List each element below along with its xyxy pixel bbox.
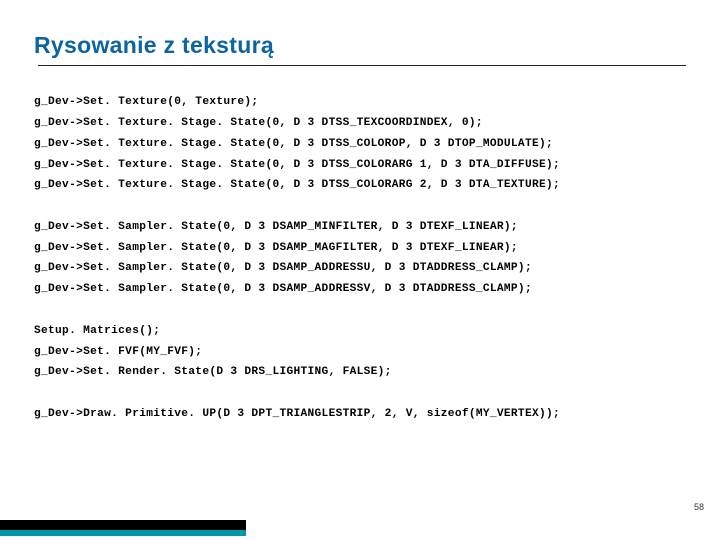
code-block-1: g_Dev->Set. Texture(0, Texture); g_Dev->…: [34, 92, 686, 196]
code-block-4: g_Dev->Draw. Primitive. UP(D 3 DPT_TRIAN…: [34, 404, 686, 425]
code-block-2: g_Dev->Set. Sampler. State(0, D 3 DSAMP_…: [34, 217, 686, 300]
footer-bar-teal: [0, 530, 246, 536]
page-number: 58: [694, 502, 704, 512]
slide-title: Rysowanie z teksturą: [34, 32, 686, 59]
title-underline: [38, 65, 686, 66]
footer-bar-black: [0, 520, 246, 530]
slide: Rysowanie z teksturą g_Dev->Set. Texture…: [0, 0, 720, 540]
code-block-3: Setup. Matrices(); g_Dev->Set. FVF(MY_FV…: [34, 321, 686, 383]
